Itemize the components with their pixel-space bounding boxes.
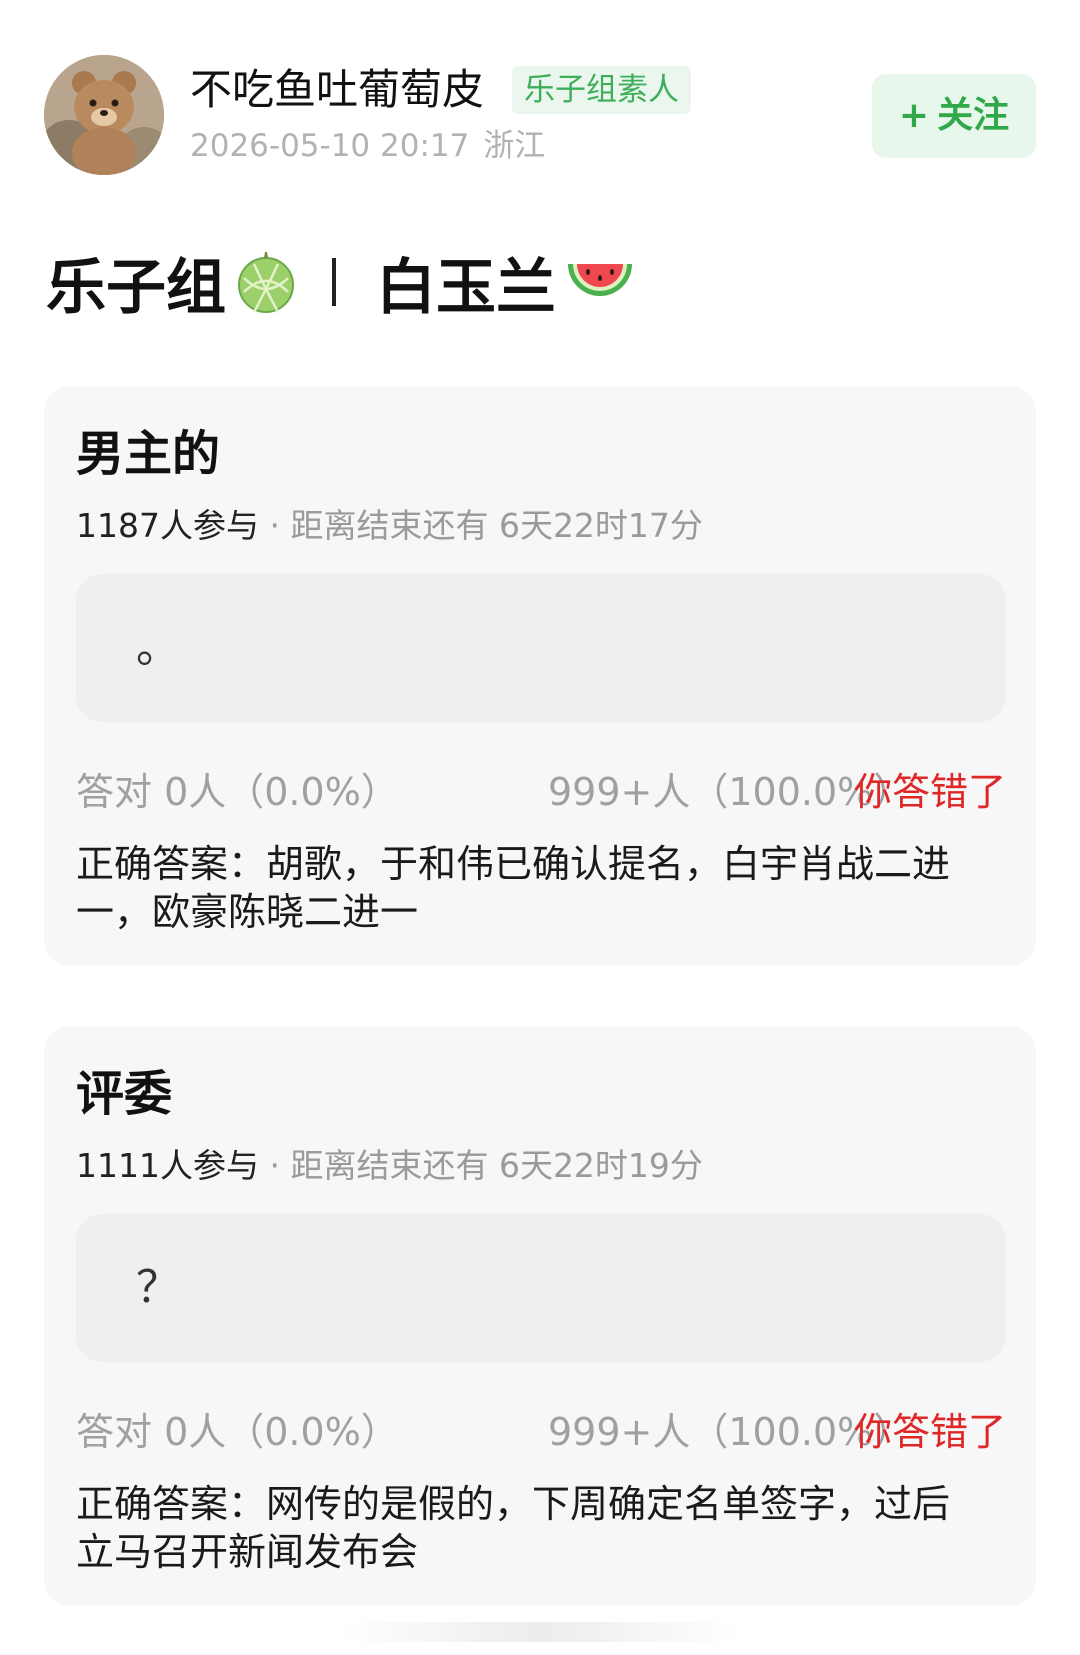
quiz-card: 男主的 1187人参与 · 距离结束还有 6天22时17分 。 答对 0人（0.… <box>44 386 1036 966</box>
quiz-result: 你答错了 <box>853 1410 1006 1454</box>
quiz-meta: 1187人参与 · 距离结束还有 6天22时17分 <box>76 504 703 548</box>
post-time: 2026-05-10 20:17 <box>190 128 470 164</box>
quiz-stats: 答对 0人（0.0%） 999+人（100.0%） 你答错了 <box>76 1404 1006 1460</box>
user-name[interactable]: 不吃鱼吐葡萄皮 <box>190 62 484 118</box>
quiz-participants: 1111人参与 <box>76 1146 259 1185</box>
post-title-right: 白玉兰 <box>376 252 556 323</box>
title-separator <box>332 258 336 306</box>
quiz-option-text: 。 <box>136 622 180 673</box>
quiz-title: 男主的 <box>76 426 221 482</box>
quiz-countdown: · 距离结束还有 6天22时19分 <box>258 1146 703 1185</box>
user-badge[interactable]: 乐子组素人 <box>512 66 691 114</box>
quiz-option[interactable]: 。 <box>76 574 1006 722</box>
quiz-meta: 1111人参与 · 距离结束还有 6天22时19分 <box>76 1144 703 1188</box>
bottom-divider <box>340 1622 740 1642</box>
plus-icon: + <box>898 95 930 136</box>
quiz-answer: 正确答案：网传的是假的，下周确定名单签字，过后立马召开新闻发布会 <box>76 1482 951 1574</box>
post-meta: 2026-05-10 20:17 浙江 <box>190 126 545 166</box>
post-header: 不吃鱼吐葡萄皮 乐子组素人 2026-05-10 20:17 浙江 + 关注 <box>0 0 1080 200</box>
post-title-left: 乐子组 <box>46 252 226 323</box>
avatar[interactable] <box>44 55 164 175</box>
quiz-answer: 正确答案：胡歌，于和伟已确认提名，白宇肖战二进一，欧豪陈晓二进一 <box>76 842 951 934</box>
post-title: 乐子组 白玉兰 <box>46 242 636 323</box>
quiz-correct-count: 答对 0人（0.0%） <box>76 770 399 814</box>
quiz-stats: 答对 0人（0.0%） 999+人（100.0%） 你答错了 <box>76 764 1006 820</box>
quiz-countdown: · 距离结束还有 6天22时17分 <box>258 506 703 545</box>
quiz-participants: 1187人参与 <box>76 506 259 545</box>
watermelon-icon <box>568 264 632 296</box>
follow-label: 关注 <box>937 95 1010 136</box>
post-location: 浙江 <box>483 128 546 164</box>
quiz-correct-count: 答对 0人（0.0%） <box>76 1410 399 1454</box>
teddy-bear-icon <box>44 55 164 175</box>
melon-icon <box>238 252 294 313</box>
quiz-option-text: ？ <box>136 1262 180 1313</box>
quiz-option[interactable]: ？ <box>76 1214 1006 1362</box>
follow-button[interactable]: + 关注 <box>872 74 1036 158</box>
quiz-card: 评委 1111人参与 · 距离结束还有 6天22时19分 ？ 答对 0人（0.0… <box>44 1026 1036 1606</box>
quiz-title: 评委 <box>76 1066 173 1122</box>
quiz-result: 你答错了 <box>853 770 1006 814</box>
